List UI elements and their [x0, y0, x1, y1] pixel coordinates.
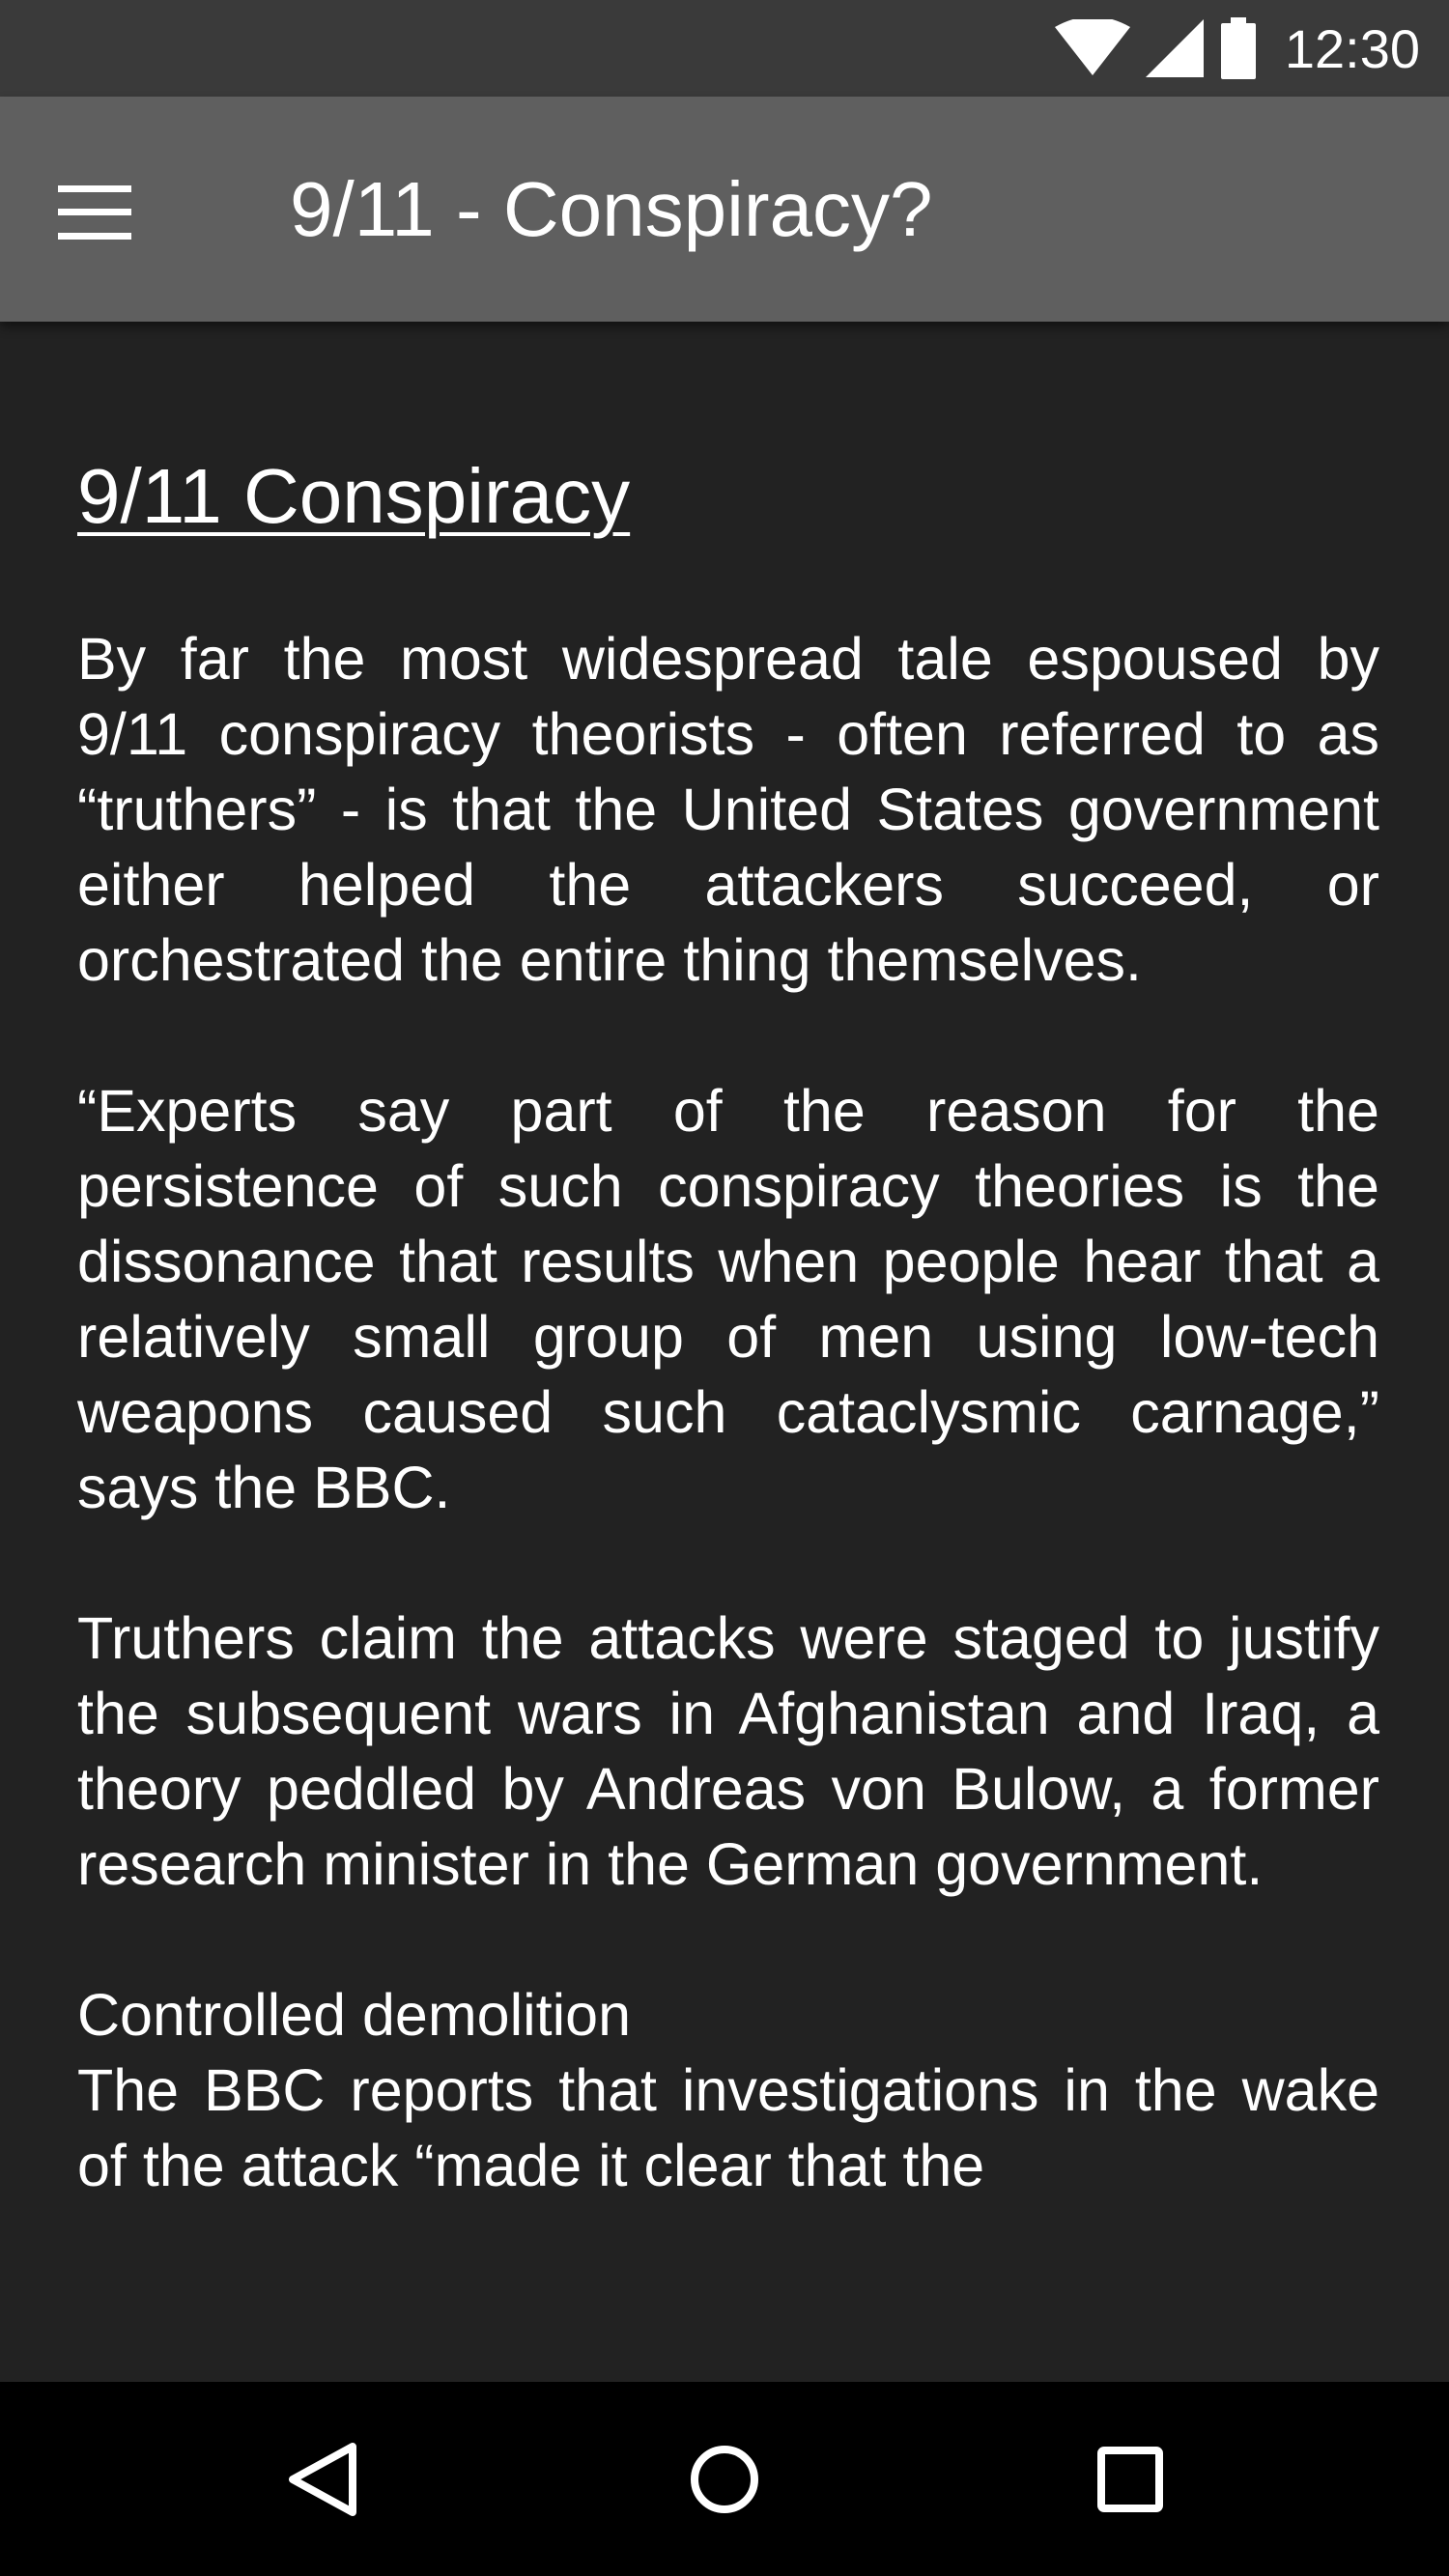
status-icons: 12:30	[1054, 0, 1420, 97]
back-button[interactable]	[225, 2382, 418, 2576]
navigation-bar	[0, 2382, 1449, 2576]
article-heading: 9/11 Conspiracy	[77, 453, 631, 539]
status-bar: 12:30	[0, 0, 1449, 97]
article: 9/11 Conspiracy By far the most widespre…	[77, 454, 1379, 2279]
article-paragraph: Truthers claim the attacks were staged t…	[77, 1605, 1379, 1897]
back-triangle-icon	[289, 2442, 356, 2516]
screen: 12:30 9/11 - Conspiracy? 9/11 Conspiracy…	[0, 0, 1449, 2576]
article-paragraph: “Experts say part of the reason for the …	[77, 1078, 1379, 1520]
article-paragraph: The BBC reports that investigations in t…	[77, 2057, 1379, 2198]
recents-square-icon	[1097, 2446, 1163, 2512]
menu-button[interactable]	[58, 164, 164, 261]
status-time: 12:30	[1284, 17, 1420, 79]
article-paragraph: By far the most widespread tale espoused…	[77, 626, 1379, 993]
cell-signal-icon	[1145, 19, 1204, 77]
app-bar: 9/11 - Conspiracy?	[0, 97, 1449, 322]
article-subheading: Controlled demolition	[77, 1982, 632, 2048]
article-scroll-area[interactable]: 9/11 Conspiracy By far the most widespre…	[0, 322, 1449, 2382]
recents-button[interactable]	[1034, 2382, 1227, 2576]
home-circle-icon	[691, 2445, 758, 2513]
battery-icon	[1220, 17, 1256, 79]
app-title: 9/11 - Conspiracy?	[290, 166, 933, 252]
hamburger-menu-icon	[58, 185, 131, 240]
wifi-icon	[1054, 19, 1130, 75]
home-button[interactable]	[628, 2382, 821, 2576]
